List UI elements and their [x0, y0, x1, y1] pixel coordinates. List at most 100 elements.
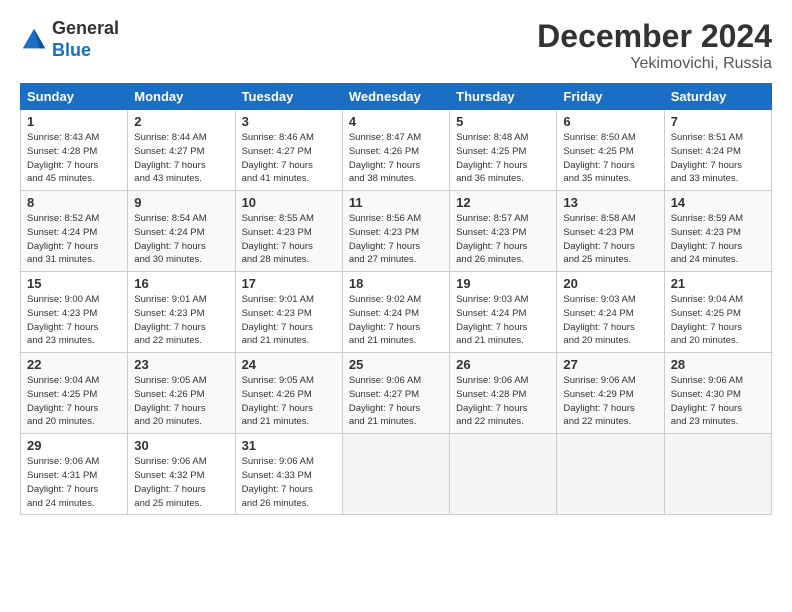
title-block: December 2024 Yekimovichi, Russia: [537, 18, 772, 73]
day-number: 8: [27, 195, 121, 210]
day-number: 14: [671, 195, 765, 210]
calendar-cell: 24 Sunrise: 9:05 AMSunset: 4:26 PMDayligh…: [235, 353, 342, 434]
calendar-week-5: 29Sunrise: 9:06 AMSunset: 4:31 PMDayligh…: [21, 434, 772, 515]
calendar-week-1: 1 Sunrise: 8:43 AMSunset: 4:28 PMDaylight…: [21, 110, 772, 191]
col-sunday: Sunday: [21, 84, 128, 110]
calendar-cell: 5 Sunrise: 8:48 AMSunset: 4:25 PMDaylight…: [450, 110, 557, 191]
header: General Blue December 2024 Yekimovichi, …: [20, 18, 772, 73]
logo-icon: [20, 26, 48, 54]
day-info: Sunrise: 9:01 AMSunset: 4:23 PMDaylight:…: [134, 293, 228, 348]
calendar-cell: 13Sunrise: 8:58 AMSunset: 4:23 PMDayligh…: [557, 191, 664, 272]
calendar-cell: 27 Sunrise: 9:06 AMSunset: 4:29 PMDayligh…: [557, 353, 664, 434]
day-number: 2: [134, 114, 228, 129]
calendar-cell: 31Sunrise: 9:06 AMSunset: 4:33 PMDayligh…: [235, 434, 342, 515]
day-info: Sunrise: 9:03 AMSunset: 4:24 PMDaylight:…: [456, 293, 550, 348]
calendar-cell: 6 Sunrise: 8:50 AMSunset: 4:25 PMDaylight…: [557, 110, 664, 191]
day-number: 24: [242, 357, 336, 372]
day-number: 23: [134, 357, 228, 372]
day-number: 12: [456, 195, 550, 210]
calendar-cell: 26Sunrise: 9:06 AMSunset: 4:28 PMDayligh…: [450, 353, 557, 434]
calendar-cell: 3 Sunrise: 8:46 AMSunset: 4:27 PMDaylight…: [235, 110, 342, 191]
day-info: Sunrise: 9:02 AMSunset: 4:24 PMDaylight:…: [349, 293, 443, 348]
day-number: 15: [27, 276, 121, 291]
calendar-cell: 7Sunrise: 8:51 AMSunset: 4:24 PMDaylight…: [664, 110, 771, 191]
calendar-cell: 25Sunrise: 9:06 AMSunset: 4:27 PMDayligh…: [342, 353, 449, 434]
day-info: Sunrise: 8:57 AMSunset: 4:23 PMDaylight:…: [456, 212, 550, 267]
calendar-cell: [342, 434, 449, 515]
calendar-cell: 8 Sunrise: 8:52 AMSunset: 4:24 PMDaylight…: [21, 191, 128, 272]
calendar-cell: [664, 434, 771, 515]
day-info: Sunrise: 9:06 AMSunset: 4:30 PMDaylight:…: [671, 374, 765, 429]
day-number: 1: [27, 114, 121, 129]
logo-text: General Blue: [52, 18, 119, 61]
day-info: Sunrise: 9:01 AMSunset: 4:23 PMDaylight:…: [242, 293, 336, 348]
day-info: Sunrise: 8:54 AMSunset: 4:24 PMDaylight:…: [134, 212, 228, 267]
calendar-cell: 21 Sunrise: 9:04 AMSunset: 4:25 PMDayligh…: [664, 272, 771, 353]
calendar-cell: 10 Sunrise: 8:55 AMSunset: 4:23 PMDayligh…: [235, 191, 342, 272]
day-info: Sunrise: 8:59 AMSunset: 4:23 PMDaylight:…: [671, 212, 765, 267]
day-number: 16: [134, 276, 228, 291]
calendar-cell: 20 Sunrise: 9:03 AMSunset: 4:24 PMDayligh…: [557, 272, 664, 353]
day-info: Sunrise: 9:06 AMSunset: 4:32 PMDaylight:…: [134, 455, 228, 510]
day-info: Sunrise: 8:48 AMSunset: 4:25 PMDaylight:…: [456, 131, 550, 186]
location: Yekimovichi, Russia: [537, 55, 772, 73]
calendar-table: Sunday Monday Tuesday Wednesday Thursday…: [20, 83, 772, 515]
calendar-cell: 4 Sunrise: 8:47 AMSunset: 4:26 PMDaylight…: [342, 110, 449, 191]
day-info: Sunrise: 9:05 AMSunset: 4:26 PMDaylight:…: [134, 374, 228, 429]
day-info: Sunrise: 8:47 AMSunset: 4:26 PMDaylight:…: [349, 131, 443, 186]
day-number: 20: [563, 276, 657, 291]
calendar-cell: [557, 434, 664, 515]
col-tuesday: Tuesday: [235, 84, 342, 110]
calendar-cell: 2Sunrise: 8:44 AMSunset: 4:27 PMDaylight…: [128, 110, 235, 191]
day-number: 6: [563, 114, 657, 129]
day-number: 9: [134, 195, 228, 210]
calendar-cell: 14 Sunrise: 8:59 AMSunset: 4:23 PMDayligh…: [664, 191, 771, 272]
calendar-cell: 1 Sunrise: 8:43 AMSunset: 4:28 PMDaylight…: [21, 110, 128, 191]
day-number: 7: [671, 114, 765, 129]
day-info: Sunrise: 9:03 AMSunset: 4:24 PMDaylight:…: [563, 293, 657, 348]
calendar-cell: 16 Sunrise: 9:01 AMSunset: 4:23 PMDayligh…: [128, 272, 235, 353]
day-number: 19: [456, 276, 550, 291]
day-number: 22: [27, 357, 121, 372]
calendar-cell: 12 Sunrise: 8:57 AMSunset: 4:23 PMDayligh…: [450, 191, 557, 272]
calendar-cell: 28 Sunrise: 9:06 AMSunset: 4:30 PMDayligh…: [664, 353, 771, 434]
day-info: Sunrise: 9:04 AMSunset: 4:25 PMDaylight:…: [671, 293, 765, 348]
day-info: Sunrise: 8:56 AMSunset: 4:23 PMDaylight:…: [349, 212, 443, 267]
day-info: Sunrise: 9:00 AMSunset: 4:23 PMDaylight:…: [27, 293, 121, 348]
header-row: Sunday Monday Tuesday Wednesday Thursday…: [21, 84, 772, 110]
calendar-cell: 23 Sunrise: 9:05 AMSunset: 4:26 PMDayligh…: [128, 353, 235, 434]
calendar-cell: 9 Sunrise: 8:54 AMSunset: 4:24 PMDaylight…: [128, 191, 235, 272]
calendar-week-4: 22 Sunrise: 9:04 AMSunset: 4:25 PMDayligh…: [21, 353, 772, 434]
calendar-cell: 22 Sunrise: 9:04 AMSunset: 4:25 PMDayligh…: [21, 353, 128, 434]
day-number: 28: [671, 357, 765, 372]
day-info: Sunrise: 9:05 AMSunset: 4:26 PMDaylight:…: [242, 374, 336, 429]
calendar-cell: 11Sunrise: 8:56 AMSunset: 4:23 PMDayligh…: [342, 191, 449, 272]
page: General Blue December 2024 Yekimovichi, …: [0, 0, 792, 612]
calendar-cell: 30Sunrise: 9:06 AMSunset: 4:32 PMDayligh…: [128, 434, 235, 515]
day-info: Sunrise: 8:55 AMSunset: 4:23 PMDaylight:…: [242, 212, 336, 267]
col-friday: Friday: [557, 84, 664, 110]
day-info: Sunrise: 9:04 AMSunset: 4:25 PMDaylight:…: [27, 374, 121, 429]
calendar-week-2: 8 Sunrise: 8:52 AMSunset: 4:24 PMDaylight…: [21, 191, 772, 272]
day-number: 5: [456, 114, 550, 129]
day-info: Sunrise: 9:06 AMSunset: 4:28 PMDaylight:…: [456, 374, 550, 429]
day-number: 4: [349, 114, 443, 129]
day-number: 21: [671, 276, 765, 291]
day-info: Sunrise: 9:06 AMSunset: 4:29 PMDaylight:…: [563, 374, 657, 429]
calendar-cell: [450, 434, 557, 515]
logo-general: General: [52, 18, 119, 38]
calendar-cell: 18 Sunrise: 9:02 AMSunset: 4:24 PMDayligh…: [342, 272, 449, 353]
day-number: 18: [349, 276, 443, 291]
logo-blue: Blue: [52, 40, 91, 60]
calendar-cell: 19 Sunrise: 9:03 AMSunset: 4:24 PMDayligh…: [450, 272, 557, 353]
day-info: Sunrise: 8:46 AMSunset: 4:27 PMDaylight:…: [242, 131, 336, 186]
day-number: 10: [242, 195, 336, 210]
day-info: Sunrise: 9:06 AMSunset: 4:27 PMDaylight:…: [349, 374, 443, 429]
calendar-cell: 29Sunrise: 9:06 AMSunset: 4:31 PMDayligh…: [21, 434, 128, 515]
day-info: Sunrise: 8:50 AMSunset: 4:25 PMDaylight:…: [563, 131, 657, 186]
day-info: Sunrise: 8:43 AMSunset: 4:28 PMDaylight:…: [27, 131, 121, 186]
day-info: Sunrise: 8:52 AMSunset: 4:24 PMDaylight:…: [27, 212, 121, 267]
day-number: 3: [242, 114, 336, 129]
day-info: Sunrise: 9:06 AMSunset: 4:33 PMDaylight:…: [242, 455, 336, 510]
day-number: 27: [563, 357, 657, 372]
